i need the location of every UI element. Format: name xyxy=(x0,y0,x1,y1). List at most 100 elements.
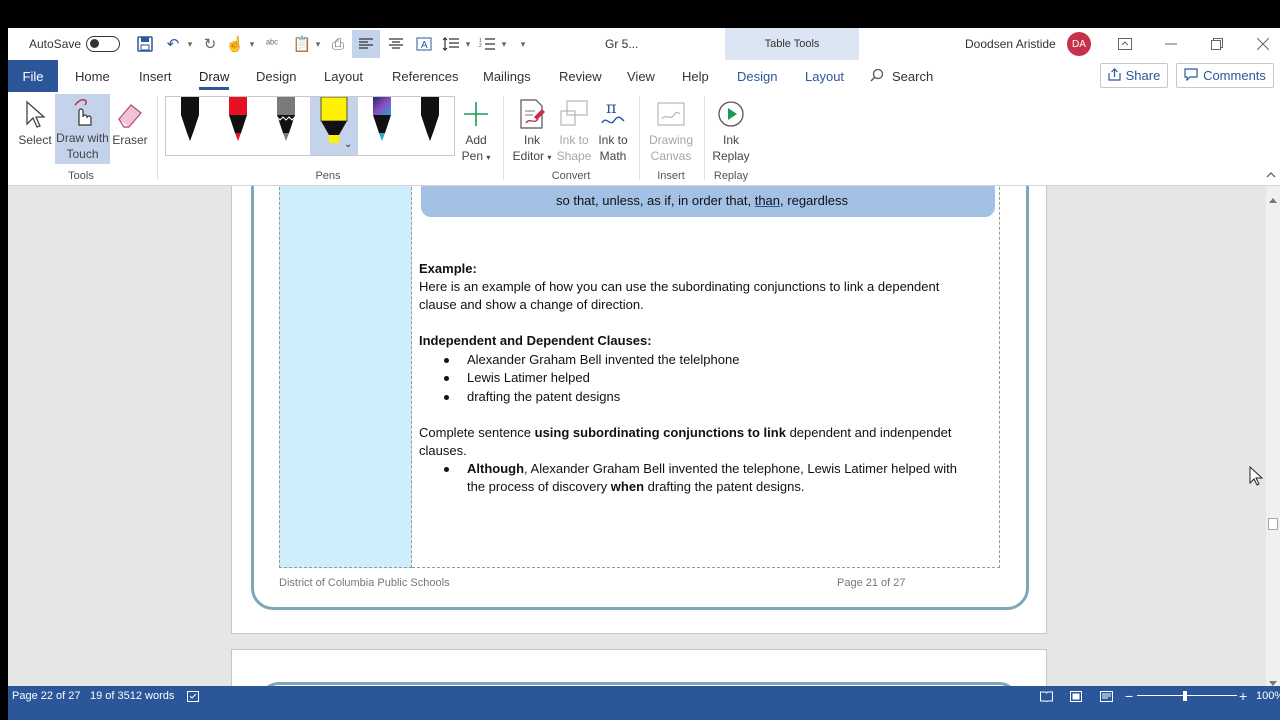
customize-qat-icon[interactable]: ▾ xyxy=(518,28,528,60)
tab-draw[interactable]: Draw xyxy=(199,60,230,92)
svg-text:2: 2 xyxy=(479,43,482,49)
read-mode-icon[interactable] xyxy=(1040,686,1053,706)
tab-references[interactable]: References xyxy=(392,60,458,92)
tab-file[interactable]: File xyxy=(8,60,58,92)
eraser-icon xyxy=(115,96,145,132)
ink-to-shape-button[interactable]: Ink to Shape xyxy=(556,96,592,164)
insert-group-label: Insert xyxy=(657,170,685,182)
tab-table-design[interactable]: Design xyxy=(737,60,777,92)
restore-icon[interactable] xyxy=(1194,28,1240,60)
web-layout-icon[interactable] xyxy=(1100,686,1113,706)
touch-draw-icon xyxy=(69,94,97,130)
separator xyxy=(503,96,504,180)
drawing-canvas-button[interactable]: Drawing Canvas xyxy=(643,96,699,164)
search-label: Search xyxy=(892,68,934,84)
avatar[interactable]: DA xyxy=(1067,28,1091,60)
vertical-scrollbar[interactable] xyxy=(1266,186,1280,686)
convert-group-label: Convert xyxy=(551,170,591,182)
ink-to-math-button[interactable]: π Ink to Math xyxy=(595,96,631,164)
eraser-button[interactable]: Eraser xyxy=(112,96,148,148)
zoom-out-icon[interactable]: − xyxy=(1125,686,1133,706)
zoom-level[interactable]: 100% xyxy=(1256,686,1280,706)
cursor-arrow-icon xyxy=(25,96,45,132)
autosave-toggle[interactable] xyxy=(86,28,120,60)
list-item: drafting the patent designs xyxy=(467,389,621,404)
ink-replay-button[interactable]: Ink Replay xyxy=(710,96,752,164)
paste-icon[interactable]: 📋 xyxy=(291,28,313,60)
word-window: AutoSave ↶ ▾ ↻ ☝ ▾ ᵃᵇᶜ 📋 ▾ ⎙ A ▾ 12 ▾ ▾ … xyxy=(8,28,1280,720)
tab-review[interactable]: Review xyxy=(559,60,602,92)
list-item: Lewis Latimer helped xyxy=(467,370,590,385)
line-spacing-dropdown-icon[interactable]: ▾ xyxy=(463,28,473,60)
search-icon xyxy=(870,68,884,85)
galaxy-pen[interactable] xyxy=(358,97,406,155)
user-name[interactable]: Doodsen Aristide xyxy=(965,28,1056,60)
ink-editor-button[interactable]: Ink Editor ▾ xyxy=(508,96,556,166)
bullet-icon xyxy=(444,376,449,381)
pens-group-label: Pens xyxy=(315,170,341,182)
word-count[interactable]: 19 of 3512 words xyxy=(90,686,174,706)
tab-mailings[interactable]: Mailings xyxy=(483,60,531,92)
collapse-ribbon-icon[interactable] xyxy=(1266,170,1276,182)
touch-dropdown-icon[interactable]: ▾ xyxy=(247,28,257,60)
print-layout-icon[interactable] xyxy=(1070,686,1082,706)
close-icon[interactable] xyxy=(1240,28,1280,60)
table-cell-sidebar[interactable] xyxy=(279,186,412,568)
tab-home[interactable]: Home xyxy=(75,60,110,92)
tab-view[interactable]: View xyxy=(627,60,655,92)
page-count[interactable]: Page 22 of 27 xyxy=(12,686,81,706)
red-pen[interactable] xyxy=(214,97,262,155)
footer-left: District of Columbia Public Schools xyxy=(279,577,450,589)
minimize-icon[interactable] xyxy=(1148,28,1194,60)
answer-line-2: the process of discovery when drafting t… xyxy=(467,479,805,494)
comments-button[interactable]: Comments xyxy=(1176,63,1274,88)
undo-dropdown-icon[interactable]: ▾ xyxy=(185,28,195,60)
replay-group-label: Replay xyxy=(713,170,749,182)
tab-help[interactable]: Help xyxy=(682,60,709,92)
draw-with-touch-button[interactable]: Draw with Touch xyxy=(55,94,110,164)
zoom-slider-thumb[interactable] xyxy=(1183,691,1187,701)
scroll-thumb[interactable] xyxy=(1268,518,1278,530)
zoom-slider[interactable] xyxy=(1137,695,1237,696)
print-preview-icon[interactable]: ⎙ xyxy=(327,28,349,60)
separator xyxy=(639,96,640,180)
pencil[interactable] xyxy=(262,97,310,155)
tab-design[interactable]: Design xyxy=(256,60,296,92)
complete-sentence-line-2: clauses. xyxy=(419,443,467,458)
search-box[interactable]: Search xyxy=(870,60,933,92)
numbering-icon[interactable]: 12 xyxy=(476,28,498,60)
answer-line-1: Although, Alexander Graham Bell invented… xyxy=(467,461,957,476)
document-area[interactable]: so that, unless, as if, in order that, t… xyxy=(8,186,1266,686)
scroll-up-icon[interactable] xyxy=(1269,190,1277,208)
paste-dropdown-icon[interactable]: ▾ xyxy=(313,28,323,60)
status-bar: Page 22 of 27 19 of 3512 words − + 100% xyxy=(8,686,1280,720)
touch-mode-icon[interactable]: ☝ xyxy=(224,28,246,60)
list-item: Alexander Graham Bell invented the telel… xyxy=(467,352,740,367)
black-pen-2[interactable] xyxy=(406,97,454,155)
numbering-dropdown-icon[interactable]: ▾ xyxy=(499,28,509,60)
svg-text:π: π xyxy=(606,99,617,117)
replay-icon xyxy=(716,96,746,132)
draw-ribbon: Select Draw with Touch Eraser Tools ⌄ Pe… xyxy=(8,92,1280,186)
black-pen[interactable] xyxy=(166,97,214,155)
ink-editor-icon xyxy=(518,96,546,132)
zoom-in-icon[interactable]: + xyxy=(1239,686,1247,706)
redo-icon[interactable]: ↻ xyxy=(199,28,221,60)
undo-icon[interactable]: ↶ xyxy=(162,28,184,60)
pen-options-chevron-icon[interactable]: ⌄ xyxy=(344,139,352,150)
share-button[interactable]: Share xyxy=(1100,63,1168,88)
tab-insert[interactable]: Insert xyxy=(139,60,172,92)
ribbon-display-options-icon[interactable] xyxy=(1102,28,1148,60)
spelling-icon[interactable]: ᵃᵇᶜ xyxy=(261,28,283,60)
select-button[interactable]: Select xyxy=(16,96,54,148)
save-icon[interactable] xyxy=(134,28,156,60)
line-spacing-icon[interactable] xyxy=(440,28,462,60)
align-center-icon[interactable] xyxy=(385,28,407,60)
tab-layout[interactable]: Layout xyxy=(324,60,363,92)
add-pen-button[interactable]: Add Pen ▾ xyxy=(458,96,494,166)
text-box-icon[interactable]: A xyxy=(413,28,435,60)
tab-table-layout[interactable]: Layout xyxy=(805,60,844,92)
proofing-icon[interactable] xyxy=(187,686,199,706)
yellow-highlighter[interactable]: ⌄ xyxy=(310,96,358,155)
align-left-icon[interactable] xyxy=(352,30,380,58)
